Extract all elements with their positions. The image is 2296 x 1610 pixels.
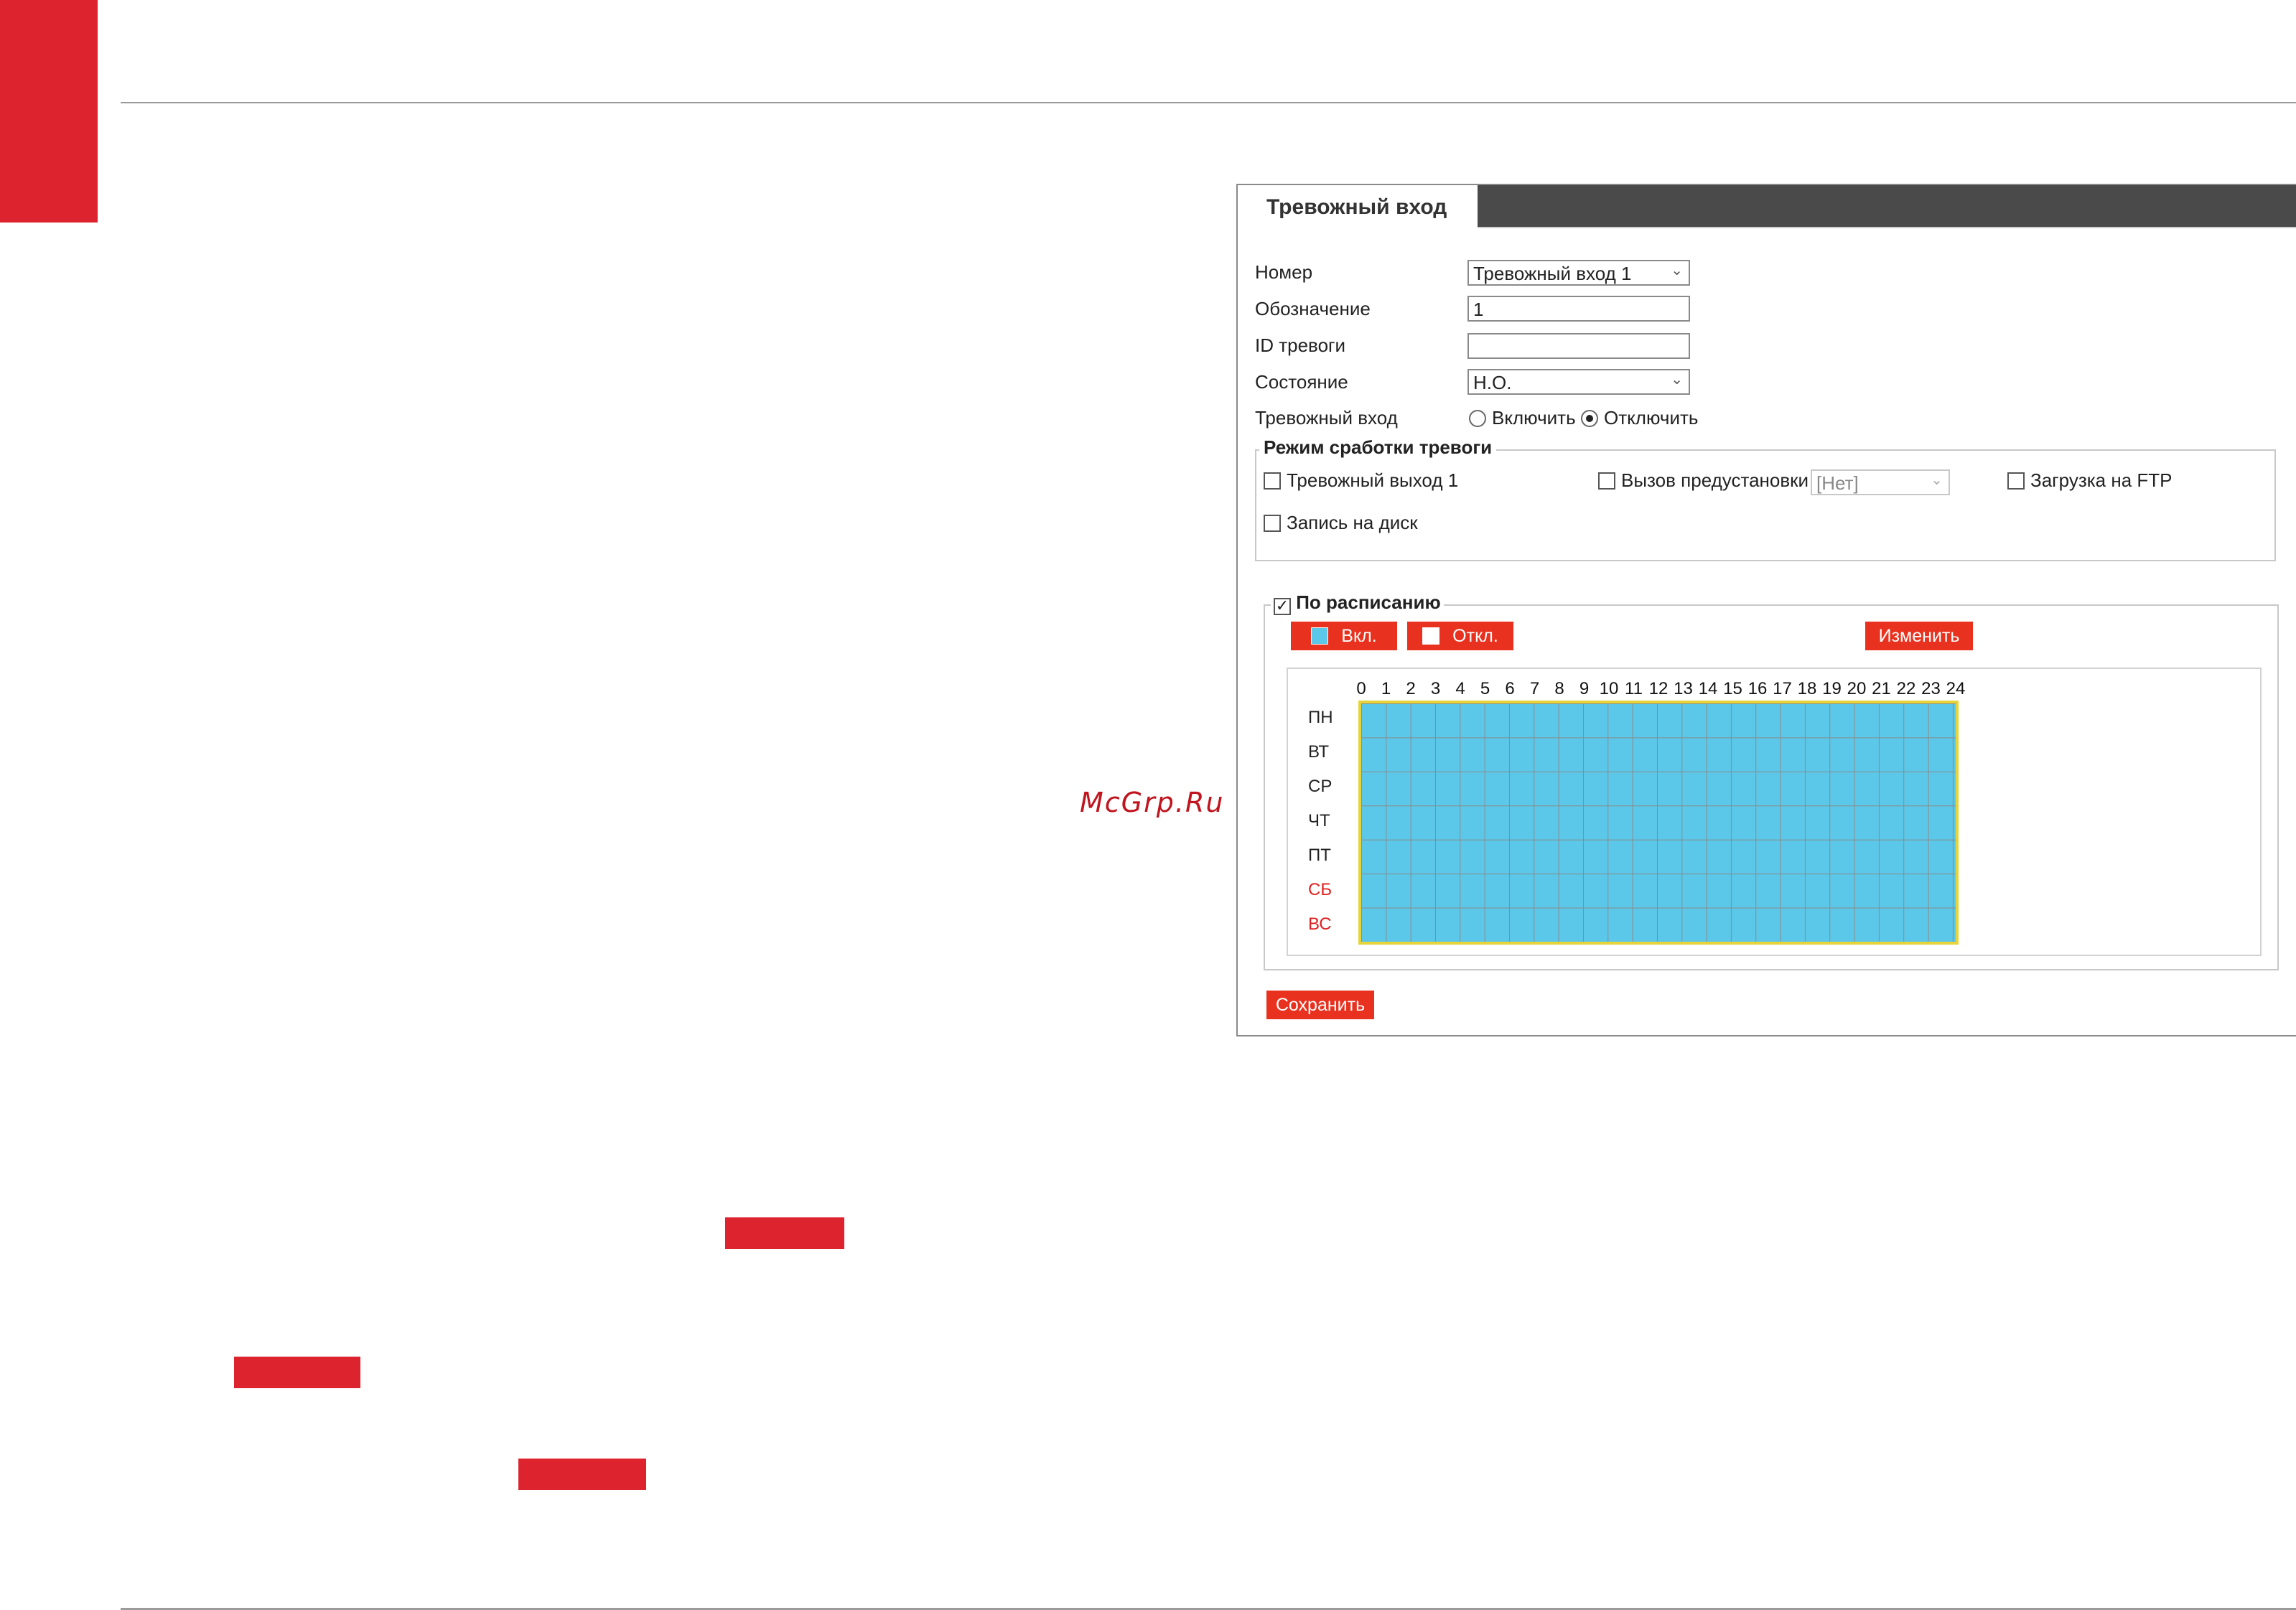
schedule-on-label: Вкл. [1341,626,1377,646]
day-label: ВС [1308,914,1332,934]
schedule-edit-button[interactable]: Изменить [1865,622,1973,650]
day-label: СБ [1308,880,1333,899]
hour-label: 15 [1723,679,1742,698]
state-select[interactable]: Н.О. ⌄ [1467,369,1690,395]
hour-label: 23 [1921,679,1941,698]
disk-record-checkbox[interactable] [1264,515,1281,532]
preset-select[interactable]: [Нет] ⌄ [1811,469,1950,495]
hour-label: 17 [1773,679,1792,698]
hour-label: 13 [1674,679,1693,698]
day-label: ЧТ [1308,811,1330,830]
hour-label: 24 [1946,679,1966,698]
day-label: ПТ [1308,846,1331,865]
hour-label: 7 [1529,679,1540,698]
designation-input[interactable]: 1 [1467,296,1690,322]
header-divider [121,102,2296,103]
hour-label: 9 [1579,679,1590,698]
day-label: ПН [1308,708,1333,727]
preset-call-label[interactable]: Вызов предустановки [1621,469,1809,492]
alarm-input-panel: Тревожный вход Номер Тревожный вход 1 ⌄ … [1236,184,2296,1036]
hour-label: 14 [1698,679,1718,698]
disable-radio[interactable] [1581,410,1598,427]
chevron-down-icon: ⌄ [1671,263,1683,279]
ftp-upload-checkbox[interactable] [2007,472,2025,490]
alarm-input-label: Тревожный вход [1255,407,1398,429]
preset-select-value: [Нет] [1816,472,1859,494]
watermark: McGrp.Ru [1080,787,1225,818]
disable-radio-label[interactable]: Отключить [1604,407,1698,429]
hour-label: 19 [1822,679,1842,698]
hour-label: 18 [1797,679,1817,698]
chevron-down-icon: ⌄ [1931,472,1943,488]
highlight-block-1 [725,1217,844,1249]
enable-radio[interactable] [1469,410,1486,427]
schedule-legend-wrap: ✓ По расписанию [1271,591,1444,615]
schedule-on-button[interactable]: Вкл. [1291,622,1397,650]
day-label: ВТ [1308,742,1330,762]
hour-label: 2 [1406,679,1416,698]
schedule-grid[interactable] [1358,701,1959,945]
tab-alarm-input[interactable]: Тревожный вход [1238,185,1478,228]
hour-label: 4 [1455,679,1465,698]
corner-red-tab [0,0,98,223]
hour-label: 5 [1480,679,1490,698]
state-select-value: Н.О. [1473,372,1512,393]
hour-label: 10 [1599,679,1619,698]
highlight-block-3 [518,1459,646,1490]
trigger-mode-group [1255,449,2276,561]
ftp-upload-label[interactable]: Загрузка на FTP [2030,469,2173,492]
schedule-legend: По расписанию [1296,591,1441,613]
designation-label: Обозначение [1255,298,1371,319]
chevron-down-icon: ⌄ [1671,372,1683,388]
highlight-block-2 [234,1357,360,1388]
day-label: СР [1308,777,1333,796]
hour-label: 8 [1554,679,1564,698]
hour-label: 3 [1430,679,1441,698]
hour-label: 21 [1872,679,1891,698]
save-button[interactable]: Сохранить [1266,991,1374,1019]
on-color-swatch [1311,627,1329,645]
preset-call-checkbox[interactable] [1598,472,1615,490]
alarm-output-label[interactable]: Тревожный выход 1 [1287,469,1458,492]
enable-radio-label[interactable]: Включить [1492,407,1576,429]
alarm-id-label: ID тревоги [1255,334,1346,356]
hour-label: 20 [1847,679,1867,698]
trigger-mode-legend: Режим сработки тревоги [1259,436,1497,459]
panel-header-line [1478,227,2296,228]
hour-label: 11 [1625,679,1643,698]
disk-record-label[interactable]: Запись на диск [1287,512,1418,534]
schedule-checkbox[interactable]: ✓ [1274,598,1291,615]
schedule-off-button[interactable]: Откл. [1407,622,1513,650]
hour-label: 22 [1896,679,1916,698]
alarm-output-checkbox[interactable] [1264,472,1281,490]
alarm-id-input[interactable] [1467,333,1690,359]
off-color-swatch [1422,627,1440,645]
hour-label: 0 [1356,679,1366,698]
number-select-value: Тревожный вход 1 [1473,263,1632,284]
hour-label: 16 [1747,679,1768,698]
number-select[interactable]: Тревожный вход 1 ⌄ [1467,260,1690,286]
number-label: Номер [1255,261,1313,283]
hour-label: 6 [1505,679,1515,698]
hour-label: 1 [1381,679,1391,698]
schedule-off-label: Откл. [1452,626,1498,646]
hour-label: 12 [1648,679,1669,698]
state-label: Состояние [1255,371,1348,393]
